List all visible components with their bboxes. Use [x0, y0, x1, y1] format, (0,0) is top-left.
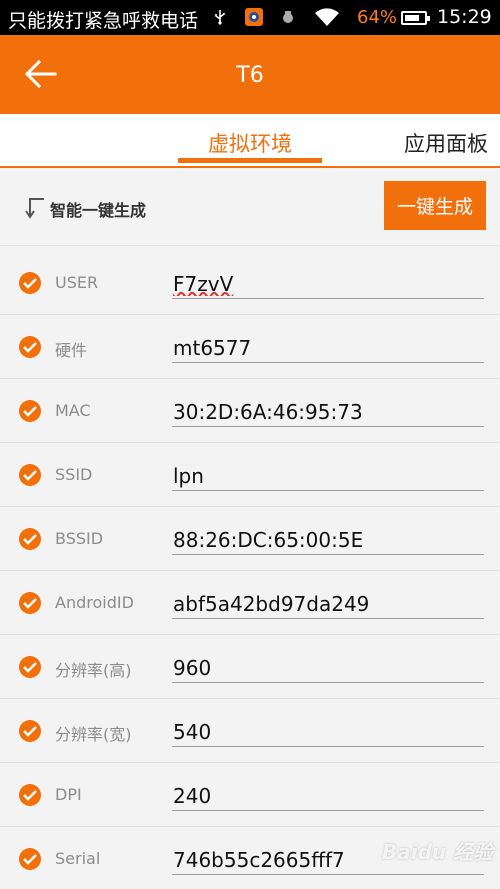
generate-button[interactable]: 一键生成 — [384, 181, 486, 230]
field-label: 分辨率(高) — [55, 661, 132, 680]
status-bar: 只能拨打紧急呼救电话 64% 15:29 — [0, 0, 500, 35]
field-value-input[interactable] — [172, 333, 484, 363]
field-row: 硬件 — [0, 315, 500, 379]
field-label: 分辨率(宽) — [55, 725, 132, 744]
field-label: AndroidID — [55, 593, 134, 612]
watermark-text: Baidu 经验 — [382, 840, 494, 864]
smart-generate-label: 智能一键生成 — [50, 201, 147, 220]
checkbox-checked-icon[interactable] — [19, 592, 41, 614]
field-row: BSSID — [0, 507, 500, 571]
field-label: BSSID — [55, 529, 104, 548]
sort-down-icon — [22, 197, 46, 219]
clock: 15:29 — [437, 6, 492, 28]
field-row: AndroidID — [0, 571, 500, 635]
usb-icon — [212, 9, 228, 25]
field-label: Serial — [55, 849, 101, 868]
field-value-input[interactable] — [172, 589, 484, 619]
checkbox-checked-icon[interactable] — [19, 784, 41, 806]
battery-icon — [401, 11, 430, 25]
generate-row: 智能一键生成 一键生成 — [0, 168, 500, 246]
field-row: 分辨率(宽) — [0, 699, 500, 763]
field-label: MAC — [55, 401, 91, 420]
title-bar: T6 — [0, 35, 500, 114]
checkbox-checked-icon[interactable] — [19, 400, 41, 422]
checkbox-checked-icon[interactable] — [19, 272, 41, 294]
field-value-input[interactable] — [172, 269, 484, 299]
field-row: 分辨率(高) — [0, 635, 500, 699]
checkbox-checked-icon[interactable] — [19, 848, 41, 870]
debug-icon — [280, 9, 296, 25]
field-label: USER — [55, 273, 99, 292]
field-value-input[interactable] — [172, 781, 484, 811]
field-label: DPI — [55, 785, 82, 804]
app-notification-icon — [244, 7, 264, 27]
carrier-text: 只能拨打紧急呼救电话 — [8, 10, 199, 32]
field-label: SSID — [55, 465, 93, 484]
tab-virtual-environment[interactable]: 虚拟环境 — [178, 128, 322, 163]
tab-app-panel[interactable]: 应用面板 — [404, 128, 488, 158]
field-value-input[interactable] — [172, 461, 484, 491]
field-value-input[interactable] — [172, 525, 484, 555]
checkbox-checked-icon[interactable] — [19, 336, 41, 358]
field-label: 硬件 — [55, 341, 88, 360]
checkbox-checked-icon[interactable] — [19, 528, 41, 550]
wifi-icon — [314, 7, 340, 27]
tab-bar: 虚拟环境 应用面板 — [0, 114, 500, 168]
field-value-input[interactable] — [172, 653, 484, 683]
field-row: USER — [0, 251, 500, 315]
checkbox-checked-icon[interactable] — [19, 720, 41, 742]
checkbox-checked-icon[interactable] — [19, 656, 41, 678]
checkbox-checked-icon[interactable] — [19, 464, 41, 486]
field-row: MAC — [0, 379, 500, 443]
field-row: DPI — [0, 763, 500, 827]
field-value-input[interactable] — [172, 397, 484, 427]
page-title: T6 — [236, 63, 264, 88]
battery-percent: 64% — [357, 7, 398, 28]
field-value-input[interactable] — [172, 717, 484, 747]
field-row: SSID — [0, 443, 500, 507]
